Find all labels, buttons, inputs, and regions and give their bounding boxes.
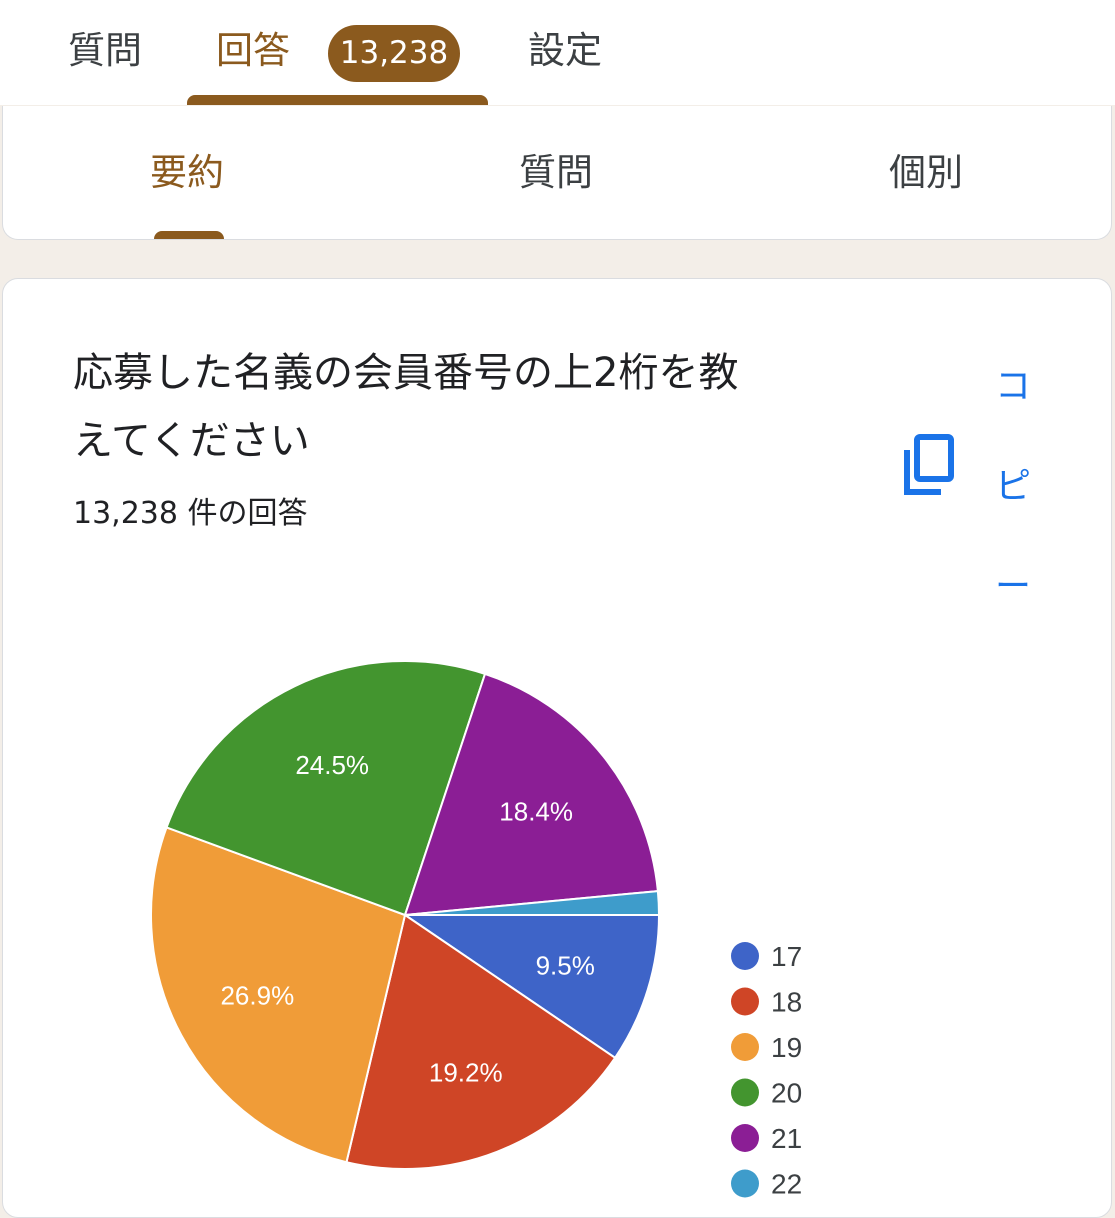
legend-label-17: 17 bbox=[771, 941, 802, 972]
question-title-line-2: えてください bbox=[73, 418, 310, 464]
tab-questions[interactable]: 質問 bbox=[68, 24, 142, 78]
question-title: 応募した名義の会員番号の上2桁を教 えてください bbox=[73, 339, 873, 475]
subtab-individual[interactable]: 個別 bbox=[889, 146, 963, 200]
response-count-badge: 13,238 bbox=[328, 25, 460, 82]
legend-swatch-21 bbox=[731, 1124, 759, 1152]
active-tab-indicator bbox=[187, 95, 488, 105]
legend-swatch-22 bbox=[731, 1169, 759, 1198]
legend-swatch-18 bbox=[731, 987, 759, 1016]
sub-tab-bar: 要約 質問 個別 bbox=[2, 106, 1112, 240]
question-title-line-1: 応募した名義の会員番号の上2桁を教 bbox=[73, 350, 739, 396]
legend-label-20: 20 bbox=[771, 1078, 802, 1109]
legend-swatch-19 bbox=[731, 1033, 759, 1061]
subtab-question[interactable]: 質問 bbox=[519, 146, 593, 200]
pie-slice-label-19: 26.9% bbox=[220, 980, 294, 1010]
copy-icon[interactable] bbox=[901, 434, 957, 498]
pie-slice-label-17: 9.5% bbox=[536, 950, 595, 980]
responses-pie-chart: 9.5% 19.2% 26.9% 24.5% 18.4% 17 18 19 20 21 22 bbox=[150, 660, 802, 1200]
response-count: 13,238 件の回答 bbox=[73, 496, 308, 531]
subtab-summary[interactable]: 要約 bbox=[150, 146, 224, 200]
pie-slice-label-20: 24.5% bbox=[295, 750, 369, 780]
tab-settings[interactable]: 設定 bbox=[528, 24, 602, 78]
tab-responses[interactable]: 回答 bbox=[216, 24, 290, 78]
legend-swatch-17 bbox=[731, 942, 759, 970]
question-summary-card: 応募した名義の会員番号の上2桁を教 えてください 13,238 件の回答 コ ピ… bbox=[2, 278, 1112, 1218]
pie-slice-label-18: 19.2% bbox=[429, 1057, 503, 1087]
copy-label-char: ピ bbox=[994, 466, 1031, 507]
legend-label-19: 19 bbox=[771, 1032, 802, 1063]
pie-slice-label-21: 18.4% bbox=[499, 797, 573, 827]
legend-label-21: 21 bbox=[771, 1123, 802, 1154]
legend-swatch-20 bbox=[731, 1078, 759, 1107]
top-tab-bar: 質問 回答 13,238 設定 bbox=[0, 0, 1115, 105]
copy-label-char: コ bbox=[994, 366, 1031, 407]
legend-label-22: 22 bbox=[771, 1169, 802, 1200]
active-subtab-indicator bbox=[154, 231, 224, 239]
legend-label-18: 18 bbox=[771, 987, 802, 1018]
